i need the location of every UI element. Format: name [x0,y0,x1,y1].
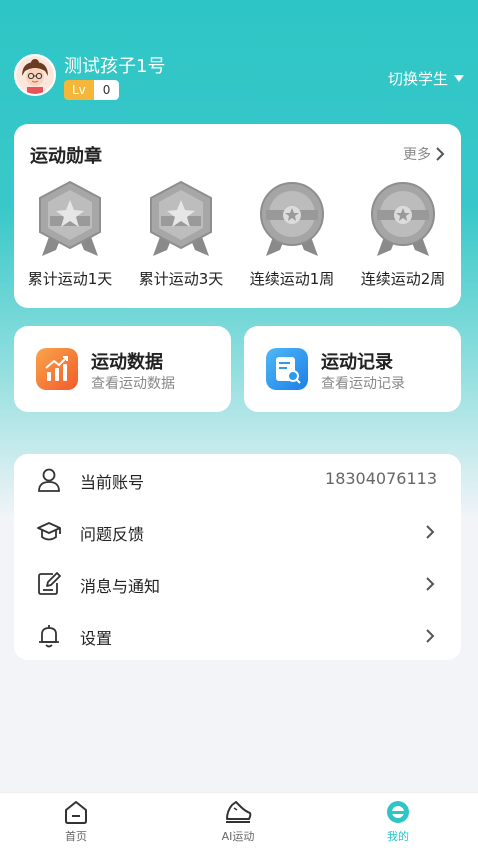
medal-label: 累计运动3天 [138,270,224,288]
tab-label: AI运动 [221,830,255,843]
chart-growth-icon [36,348,78,390]
medal-label: 连续运动1周 [249,270,335,288]
bottom-tab-bar: 首页 AI运动 我的 [0,792,478,850]
chevron-right-icon [426,525,435,539]
menu-label: 当前账号 [80,473,145,492]
menu-label: 设置 [80,629,113,648]
tab-ai-sport[interactable]: AI运动 [198,799,278,849]
tab-label: 首页 [65,830,87,843]
user-icon [38,468,60,492]
child-avatar-icon [16,56,54,94]
username: 测试孩子1号 [64,56,166,77]
graduation-cap-icon [37,522,61,541]
tab-label: 我的 [387,830,409,843]
record-search-icon [266,348,308,390]
menu-item-account[interactable]: 当前账号 18304076113 [14,454,461,506]
medal-list: 累计运动1天 累计运动3天 连续运动1周 连续运动2周 [14,178,461,298]
round-star-medal-icon [260,182,324,256]
tile-title: 运动记录 [321,352,393,373]
account-number: 18304076113 [325,469,437,488]
medal-item[interactable]: 连续运动2周 [347,178,459,298]
more-medals-link[interactable]: 更多 [403,144,445,164]
edit-note-icon [38,572,61,595]
more-label: 更多 [403,147,431,163]
medal-label: 累计运动1天 [27,270,113,288]
chevron-right-icon [426,577,435,591]
chevron-right-icon [436,147,445,161]
switch-student-label: 切换学生 [387,70,448,88]
menu-item-feedback[interactable]: 问题反馈 [14,506,461,558]
settings-menu: 当前账号 18304076113 问题反馈 消息与通知 设置 [14,454,461,660]
menu-item-settings[interactable]: 设置 [14,610,461,662]
bell-icon [39,625,59,648]
medal-label: 连续运动2周 [360,270,446,288]
menu-label: 问题反馈 [80,525,145,544]
menu-label: 消息与通知 [80,577,161,596]
round-star-medal-icon [371,182,435,256]
level-badge: Lv 0 [64,80,120,100]
chevron-right-icon [426,629,435,643]
tile-subtitle: 查看运动数据 [91,376,175,392]
level-tag: Lv [64,80,94,100]
caret-down-icon [454,75,464,82]
tab-mine[interactable]: 我的 [358,799,438,849]
level-value: 0 [93,80,120,100]
medal-item[interactable]: 累计运动3天 [125,178,237,298]
medal-card-title: 运动勋章 [30,146,102,167]
profile-header: 测试孩子1号 Lv 0 切换学生 [14,52,464,102]
exercise-data-tile[interactable]: 运动数据 查看运动数据 [14,326,231,412]
medal-card: 运动勋章 更多 累计运动1天 累计运动3天 连续运动1周 连续运动2周 [14,124,461,308]
avatar[interactable] [14,54,56,96]
hexagon-star-medal-icon [150,180,212,256]
menu-item-notifications[interactable]: 消息与通知 [14,558,461,610]
home-icon [65,801,87,824]
exercise-record-tile[interactable]: 运动记录 查看运动记录 [244,326,461,412]
medal-item[interactable]: 连续运动1周 [236,178,348,298]
tile-subtitle: 查看运动记录 [321,376,405,392]
tab-home[interactable]: 首页 [36,799,116,849]
medal-item[interactable]: 累计运动1天 [14,178,126,298]
tile-title: 运动数据 [91,352,163,373]
hexagon-star-medal-icon [39,180,101,256]
profile-icon [387,801,409,823]
switch-student-button[interactable]: 切换学生 [388,68,464,89]
shoe-icon [226,801,252,823]
